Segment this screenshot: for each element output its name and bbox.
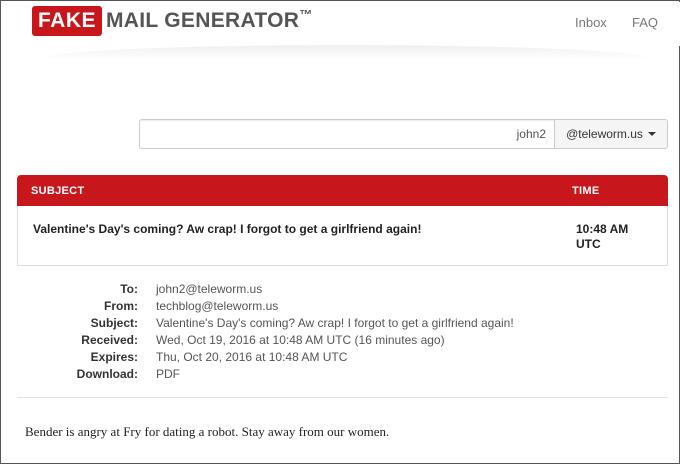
detail-label: Expires:: [90, 350, 138, 364]
address-form: @teleworm.us: [139, 119, 668, 149]
message-row-subject: Valentine's Day's coming? Aw crap! I for…: [33, 222, 422, 236]
domain-dropdown[interactable]: @teleworm.us: [554, 119, 668, 149]
detail-label: Download:: [76, 367, 138, 381]
nav-inbox-link[interactable]: Inbox: [575, 15, 607, 30]
message-body: Bender is angry at Fry for dating a robo…: [25, 424, 390, 439]
detail-download: Download: PDF: [17, 366, 668, 383]
detail-label: Subject:: [90, 316, 138, 330]
logo-wordmark: MAIL GENERATOR: [106, 9, 300, 32]
page-frame: FAKE MAIL GENERATOR ™ Inbox FAQ @telewor…: [0, 0, 680, 464]
column-header-subject: SUBJECT: [31, 185, 85, 197]
detail-value: techblog@teleworm.us: [156, 299, 279, 313]
detail-value: Thu, Oct 20, 2016 at 10:48 AM UTC: [156, 350, 348, 364]
detail-value: Wed, Oct 19, 2016 at 10:48 AM UTC (16 mi…: [156, 333, 445, 347]
header-shadow: [41, 45, 651, 59]
detail-received: Received: Wed, Oct 19, 2016 at 10:48 AM …: [17, 332, 668, 349]
detail-label: From:: [104, 299, 138, 313]
site-header: FAKE MAIL GENERATOR ™ Inbox FAQ: [2, 2, 680, 46]
inbox-message-row[interactable]: Valentine's Day's coming? Aw crap! I for…: [17, 206, 668, 266]
site-logo[interactable]: FAKE MAIL GENERATOR ™: [32, 6, 312, 36]
divider: [17, 397, 668, 398]
message-row-time: 10:48 AM UTC: [576, 222, 629, 251]
detail-label: To:: [120, 282, 138, 296]
logo-trademark: ™: [299, 7, 313, 22]
message-details: To: john2@teleworm.us From: techblog@tel…: [17, 281, 668, 383]
download-pdf-link[interactable]: PDF: [156, 366, 180, 383]
inbox-table-header: SUBJECT TIME: [17, 175, 668, 206]
column-header-time: TIME: [572, 185, 600, 197]
detail-subject: Subject: Valentine's Day's coming? Aw cr…: [17, 315, 668, 332]
caret-down-icon: [647, 132, 656, 136]
detail-label: Received:: [81, 333, 138, 347]
detail-value: john2@teleworm.us: [156, 282, 263, 296]
username-input[interactable]: [139, 119, 554, 149]
detail-from: From: techblog@teleworm.us: [17, 298, 668, 315]
nav-faq-link[interactable]: FAQ: [632, 15, 658, 30]
detail-value: Valentine's Day's coming? Aw crap! I for…: [156, 316, 514, 330]
detail-to: To: john2@teleworm.us: [17, 281, 668, 298]
domain-dropdown-label: @teleworm.us: [566, 127, 643, 141]
logo-fake-badge: FAKE: [32, 6, 103, 36]
detail-expires: Expires: Thu, Oct 20, 2016 at 10:48 AM U…: [17, 349, 668, 366]
